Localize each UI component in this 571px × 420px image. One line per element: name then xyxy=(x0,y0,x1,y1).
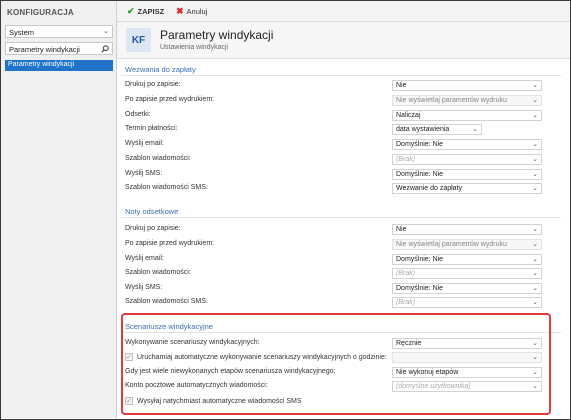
chevron-down-icon: ⌄ xyxy=(532,241,538,248)
row-label: Szablon wiadomości SMS: xyxy=(125,298,208,305)
termin-platnosci-select[interactable]: data wystawienia ⌄ xyxy=(392,124,482,135)
sidebar: KONFIGURACJA System ⌄ Parametry windykac… xyxy=(1,1,117,418)
page-title: Parametry windykacji xyxy=(160,28,274,42)
odsetki-select[interactable]: Naliczaj ⌄ xyxy=(392,110,542,121)
chevron-down-icon: ⌄ xyxy=(532,226,538,233)
search-icon[interactable] xyxy=(101,45,109,53)
szablon-sms-select[interactable]: Wezwanie do zapłaty ⌄ xyxy=(392,183,542,194)
po-zapisie-select[interactable]: Nie wyświetlaj parametrów wydruku ⌄ xyxy=(392,95,542,106)
field-value: Nie wyświetlaj parametrów wydruku xyxy=(396,97,507,104)
sidebar-item-label: Parametry windykacji xyxy=(8,61,75,68)
row-label: Wyślij email: xyxy=(125,140,164,147)
row-label: Drukuj po zapisie: xyxy=(125,81,181,88)
chevron-down-icon: ⌄ xyxy=(532,156,538,163)
wyslij-email-select[interactable]: Domyślnie: Nie ⌄ xyxy=(392,139,542,150)
row-label: Szablon wiadomości: xyxy=(125,155,191,162)
sidebar-title: KONFIGURACJA xyxy=(7,8,74,17)
chevron-down-icon: ⌄ xyxy=(532,185,538,192)
chevron-down-icon: ⌄ xyxy=(532,112,538,119)
save-button[interactable]: ✔ ZAPISZ xyxy=(127,6,164,17)
row-label: Wyślij email: xyxy=(125,255,164,262)
module-badge: KF xyxy=(126,28,151,52)
chevron-down-icon: ⌄ xyxy=(532,270,538,277)
chevron-down-icon: ⌄ xyxy=(532,82,538,89)
cancel-button[interactable]: ✖ Anuluj xyxy=(176,6,207,17)
field-value: data wystawienia xyxy=(396,126,450,133)
row-label: Po zapisie przed wydrukiem: xyxy=(125,96,215,103)
noty-po-zapisie-select[interactable]: Nie wyświetlaj parametrów wydruku ⌄ xyxy=(392,239,542,250)
noty-drukuj-select[interactable]: Nie ⌄ xyxy=(392,224,542,235)
drukuj-select[interactable]: Nie ⌄ xyxy=(392,80,542,91)
search-input-value: Parametry windykacji xyxy=(9,45,80,54)
field-value: (Brak) xyxy=(396,299,416,306)
field-value: Domyślnie: Nie xyxy=(396,141,444,148)
row-label: Odsetki: xyxy=(125,111,151,118)
noty-wyslij-sms-select[interactable]: Domyślnie: Nie ⌄ xyxy=(392,283,542,294)
close-icon: ✖ xyxy=(176,6,184,16)
wyslij-sms-select[interactable]: Domyślnie: Nie ⌄ xyxy=(392,169,542,180)
noty-szablon-sms-select[interactable]: (Brak) ⌄ xyxy=(392,297,542,308)
field-value: Domyślnie: Nie xyxy=(396,171,444,178)
row-label: Drukuj po zapisie: xyxy=(125,225,181,232)
row-label: Termin płatności: xyxy=(125,125,178,132)
section-divider xyxy=(121,217,561,218)
chevron-down-icon: ⌄ xyxy=(532,97,538,104)
chevron-down-icon: ⌄ xyxy=(532,171,538,178)
sidebar-item-parametry-windykacji[interactable]: Parametry windykacji xyxy=(5,60,113,71)
search-input[interactable]: Parametry windykacji xyxy=(5,42,113,55)
row-label: Szablon wiadomości: xyxy=(125,269,191,276)
module-select-value: System xyxy=(9,28,35,37)
row-label: Szablon wiadomości SMS: xyxy=(125,184,208,191)
section-title-noty: Noty odsetkowe xyxy=(125,207,179,216)
cancel-button-label: Anuluj xyxy=(186,7,208,16)
field-value: Domyślnie: Nie xyxy=(396,285,444,292)
section-title-wezwania: Wezwania do zapłaty xyxy=(125,65,196,74)
section-divider xyxy=(121,75,561,76)
toolbar: ✔ ZAPISZ ✖ Anuluj xyxy=(117,1,570,22)
noty-szablon-select[interactable]: (Brak) ⌄ xyxy=(392,268,542,279)
field-value: Nie xyxy=(396,82,407,89)
module-select[interactable]: System ⌄ xyxy=(5,25,113,38)
chevron-down-icon: ⌄ xyxy=(103,28,109,35)
chevron-down-icon: ⌄ xyxy=(532,256,538,263)
highlight-annotation xyxy=(121,313,551,415)
szablon-wiadomosci-select[interactable]: (Brak) ⌄ xyxy=(392,154,542,165)
field-value: Nie wyświetlaj parametrów wydruku xyxy=(396,241,507,248)
page-header: KF Parametry windykacji Ustawienia windy… xyxy=(117,22,570,59)
chevron-down-icon: ⌄ xyxy=(472,126,478,133)
noty-wyslij-email-select[interactable]: Domyślnie: Nie ⌄ xyxy=(392,254,542,265)
row-label: Wyślij SMS: xyxy=(125,170,163,177)
chevron-down-icon: ⌄ xyxy=(532,141,538,148)
field-value: Naliczaj xyxy=(396,112,421,119)
field-value: Wezwanie do zapłaty xyxy=(396,185,463,192)
field-value: Domyślnie: Nie xyxy=(396,256,444,263)
check-icon: ✔ xyxy=(127,6,135,16)
field-value: (Brak) xyxy=(396,270,416,277)
field-value: Nie xyxy=(396,226,407,233)
field-value: (Brak) xyxy=(396,156,416,163)
save-button-label: ZAPISZ xyxy=(137,7,165,16)
chevron-down-icon: ⌄ xyxy=(532,299,538,306)
row-label: Po zapisie przed wydrukiem: xyxy=(125,240,215,247)
row-label: Wyślij SMS: xyxy=(125,284,163,291)
page-subtitle: Ustawienia windykacji xyxy=(160,44,229,51)
chevron-down-icon: ⌄ xyxy=(532,285,538,292)
